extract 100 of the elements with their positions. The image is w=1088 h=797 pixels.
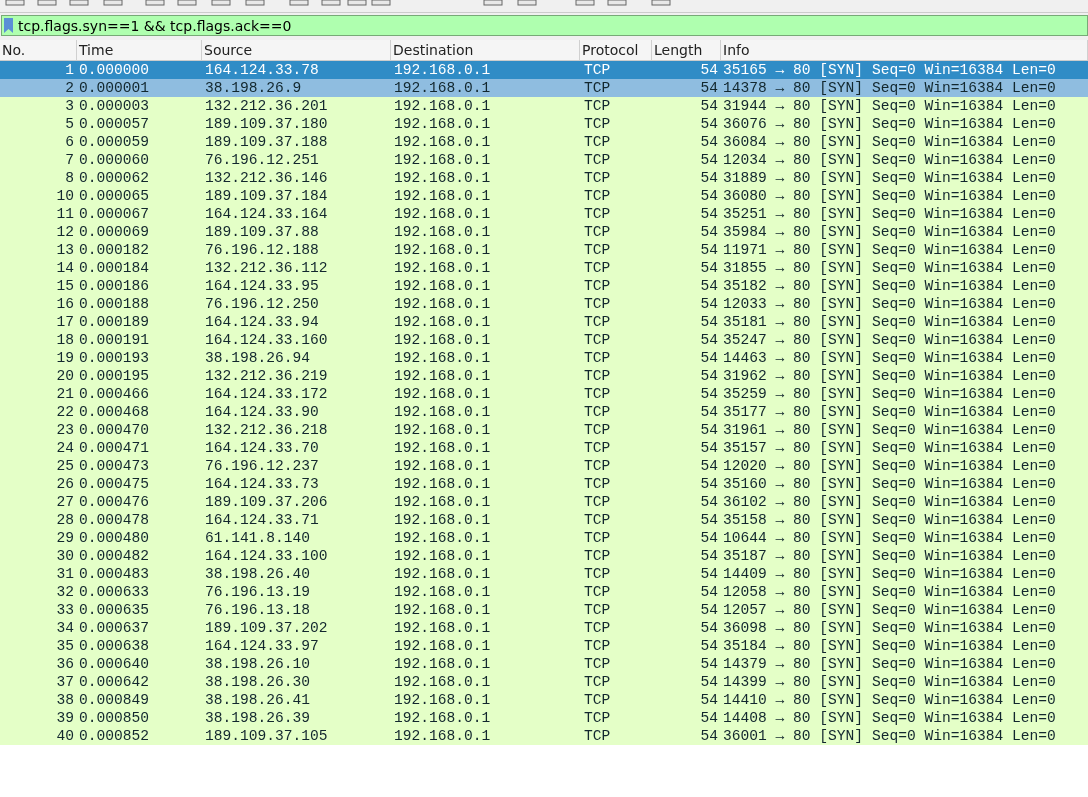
toolbar-icon[interactable] bbox=[651, 0, 671, 6]
packet-row[interactable]: 36 0.000640 38.198.26.10 192.168.0.1 TCP 54 14379 → 80 [SYN] Seq=0 Win=16384 Len=0 bbox=[0, 655, 1088, 673]
packet-row[interactable]: 40 0.000852 189.109.37.105 192.168.0.1 TCP 54 36001 → 80 [SYN] Seq=0 Win=16384 Len=0 bbox=[0, 727, 1088, 745]
table-cell-text: 0.000003 bbox=[78, 97, 151, 115]
column-header[interactable]: No. bbox=[0, 40, 77, 60]
table-cell-text: 189.109.37.180 bbox=[204, 115, 329, 133]
table-cell-text: 192.168.0.1 bbox=[393, 277, 492, 295]
packet-row[interactable]: 19 0.000193 38.198.26.94 192.168.0.1 TCP 54 14463 → 80 [SYN] Seq=0 Win=16384 Len=0 bbox=[0, 349, 1088, 367]
packet-row[interactable]: 25 0.000473 76.196.12.237 192.168.0.1 TCP 54 12020 → 80 [SYN] Seq=0 Win=16384 Len=0 bbox=[0, 457, 1088, 475]
packet-row[interactable]: 5 0.000057 189.109.37.180 192.168.0.1 TCP 54 36076 → 80 [SYN] Seq=0 Win=16384 Len=0 bbox=[0, 115, 1088, 133]
packet-row[interactable]: 2 0.000001 38.198.26.9 192.168.0.1 TCP 54 14378 → 80 [SYN] Seq=0 Win=16384 Len=0 bbox=[0, 79, 1088, 97]
table-cell-text: 14 bbox=[55, 259, 75, 277]
table-cell-text: TCP bbox=[583, 205, 612, 223]
packet-row[interactable]: 33 0.000635 76.196.13.18 192.168.0.1 TCP 54 12057 → 80 [SYN] Seq=0 Win=16384 Len=0 bbox=[0, 601, 1088, 619]
table-cell-text: 192.168.0.1 bbox=[393, 205, 492, 223]
packet-row[interactable]: 31 0.000483 38.198.26.40 192.168.0.1 TCP 54 14409 → 80 [SYN] Seq=0 Win=16384 Len=0 bbox=[0, 565, 1088, 583]
toolbar-icon[interactable] bbox=[177, 0, 197, 6]
packet-row[interactable]: 37 0.000642 38.198.26.30 192.168.0.1 TCP 54 14399 → 80 [SYN] Seq=0 Win=16384 Len=0 bbox=[0, 673, 1088, 691]
packet-row[interactable]: 3 0.000003 132.212.36.201 192.168.0.1 TCP 54 31944 → 80 [SYN] Seq=0 Win=16384 Len=0 bbox=[0, 97, 1088, 115]
column-header[interactable]: Info bbox=[721, 40, 1088, 60]
table-cell-text: 0.000471 bbox=[78, 439, 151, 457]
packet-row[interactable]: 24 0.000471 164.124.33.70 192.168.0.1 TCP 54 35157 → 80 [SYN] Seq=0 Win=16384 Len=0 bbox=[0, 439, 1088, 457]
table-cell-text: 21 bbox=[55, 385, 75, 403]
table-cell-text: 0.000195 bbox=[78, 367, 151, 385]
toolbar-icon[interactable] bbox=[607, 0, 627, 6]
toolbar-icon[interactable] bbox=[5, 0, 25, 6]
toolbar-icon[interactable] bbox=[211, 0, 231, 6]
packet-row[interactable]: 34 0.000637 189.109.37.202 192.168.0.1 TCP 54 36098 → 80 [SYN] Seq=0 Win=16384 Len=0 bbox=[0, 619, 1088, 637]
packet-row[interactable]: 1 0.000000 164.124.33.78 192.168.0.1 TCP 54 35165 → 80 [SYN] Seq=0 Win=16384 Len=0 bbox=[0, 61, 1088, 79]
table-cell-text: 35984 → 80 [SYN] Seq=0 Win=16384 Len=0 bbox=[722, 223, 1057, 241]
packet-row[interactable]: 23 0.000470 132.212.36.218 192.168.0.1 TCP 54 31961 → 80 [SYN] Seq=0 Win=16384 Len=0 bbox=[0, 421, 1088, 439]
packet-row[interactable]: 17 0.000189 164.124.33.94 192.168.0.1 TCP 54 35181 → 80 [SYN] Seq=0 Win=16384 Len=0 bbox=[0, 313, 1088, 331]
packet-row[interactable]: 29 0.000480 61.141.8.140 192.168.0.1 TCP 54 10644 → 80 [SYN] Seq=0 Win=16384 Len=0 bbox=[0, 529, 1088, 547]
table-cell-text: 0.000059 bbox=[78, 133, 151, 151]
packet-row[interactable]: 10 0.000065 189.109.37.184 192.168.0.1 TCP 54 36080 → 80 [SYN] Seq=0 Win=16384 Len=0 bbox=[0, 187, 1088, 205]
column-header[interactable]: Destination bbox=[391, 40, 580, 60]
table-cell-text: TCP bbox=[583, 637, 612, 655]
toolbar-icon[interactable] bbox=[575, 0, 595, 6]
toolbar-icon[interactable] bbox=[145, 0, 165, 6]
packet-row[interactable]: 27 0.000476 189.109.37.206 192.168.0.1 TCP 54 36102 → 80 [SYN] Seq=0 Win=16384 Len=0 bbox=[0, 493, 1088, 511]
packet-row[interactable]: 16 0.000188 76.196.12.250 192.168.0.1 TCP 54 12033 → 80 [SYN] Seq=0 Win=16384 Len=0 bbox=[0, 295, 1088, 313]
table-cell-text: 76.196.12.188 bbox=[204, 241, 320, 259]
table-cell-text: 0.000483 bbox=[78, 565, 151, 583]
packet-row[interactable]: 8 0.000062 132.212.36.146 192.168.0.1 TCP 54 31889 → 80 [SYN] Seq=0 Win=16384 Len=0 bbox=[0, 169, 1088, 187]
packet-row[interactable]: 38 0.000849 38.198.26.41 192.168.0.1 TCP 54 14410 → 80 [SYN] Seq=0 Win=16384 Len=0 bbox=[0, 691, 1088, 709]
packet-row[interactable]: 11 0.000067 164.124.33.164 192.168.0.1 TCP 54 35251 → 80 [SYN] Seq=0 Win=16384 Len=0 bbox=[0, 205, 1088, 223]
table-cell-text: 192.168.0.1 bbox=[393, 61, 492, 79]
packet-row[interactable]: 22 0.000468 164.124.33.90 192.168.0.1 TCP 54 35177 → 80 [SYN] Seq=0 Win=16384 Len=0 bbox=[0, 403, 1088, 421]
packet-row[interactable]: 21 0.000466 164.124.33.172 192.168.0.1 TCP 54 35259 → 80 [SYN] Seq=0 Win=16384 Len=0 bbox=[0, 385, 1088, 403]
column-header[interactable]: Length bbox=[652, 40, 721, 60]
table-cell-text: 54 bbox=[699, 115, 719, 133]
table-cell-text: 14399 → 80 [SYN] Seq=0 Win=16384 Len=0 bbox=[722, 673, 1057, 691]
packet-row[interactable]: 28 0.000478 164.124.33.71 192.168.0.1 TCP 54 35158 → 80 [SYN] Seq=0 Win=16384 Len=0 bbox=[0, 511, 1088, 529]
table-cell-text: 192.168.0.1 bbox=[393, 637, 492, 655]
toolbar-icon[interactable] bbox=[245, 0, 265, 6]
table-cell-text: 164.124.33.73 bbox=[204, 475, 320, 493]
table-cell-text: 54 bbox=[699, 61, 719, 79]
table-cell-text: 31962 → 80 [SYN] Seq=0 Win=16384 Len=0 bbox=[722, 367, 1057, 385]
toolbar-icon[interactable] bbox=[289, 0, 309, 6]
packet-row[interactable]: 39 0.000850 38.198.26.39 192.168.0.1 TCP 54 14408 → 80 [SYN] Seq=0 Win=16384 Len=0 bbox=[0, 709, 1088, 727]
packet-row[interactable]: 6 0.000059 189.109.37.188 192.168.0.1 TCP 54 36084 → 80 [SYN] Seq=0 Win=16384 Len=0 bbox=[0, 133, 1088, 151]
toolbar-icon[interactable] bbox=[103, 0, 123, 6]
toolbar-icon[interactable] bbox=[69, 0, 89, 6]
table-cell-text: 14463 → 80 [SYN] Seq=0 Win=16384 Len=0 bbox=[722, 349, 1057, 367]
toolbar-icon[interactable] bbox=[321, 0, 341, 6]
column-header[interactable]: Protocol bbox=[580, 40, 652, 60]
packet-row[interactable]: 14 0.000184 132.212.36.112 192.168.0.1 TCP 54 31855 → 80 [SYN] Seq=0 Win=16384 Len=0 bbox=[0, 259, 1088, 277]
packet-row[interactable]: 13 0.000182 76.196.12.188 192.168.0.1 TCP 54 11971 → 80 [SYN] Seq=0 Win=16384 Len=0 bbox=[0, 241, 1088, 259]
packet-row[interactable]: 18 0.000191 164.124.33.160 192.168.0.1 TCP 54 35247 → 80 [SYN] Seq=0 Win=16384 Len=0 bbox=[0, 331, 1088, 349]
table-cell-text: 54 bbox=[699, 709, 719, 727]
toolbar-icon[interactable] bbox=[37, 0, 57, 6]
column-header[interactable]: Source bbox=[202, 40, 391, 60]
column-header[interactable]: Time bbox=[77, 40, 202, 60]
packet-row[interactable]: 7 0.000060 76.196.12.251 192.168.0.1 TCP 54 12034 → 80 [SYN] Seq=0 Win=16384 Len=0 bbox=[0, 151, 1088, 169]
table-cell-text: 0.000067 bbox=[78, 205, 151, 223]
table-cell-text: TCP bbox=[583, 241, 612, 259]
toolbar-icon[interactable] bbox=[347, 0, 367, 6]
packet-row[interactable]: 32 0.000633 76.196.13.19 192.168.0.1 TCP 54 12058 → 80 [SYN] Seq=0 Win=16384 Len=0 bbox=[0, 583, 1088, 601]
table-cell-text: 40 bbox=[55, 727, 75, 745]
toolbar-icon[interactable] bbox=[517, 0, 537, 6]
toolbar-icon[interactable] bbox=[371, 0, 391, 6]
table-cell-text: 14410 → 80 [SYN] Seq=0 Win=16384 Len=0 bbox=[722, 691, 1057, 709]
table-cell-text: 12057 → 80 [SYN] Seq=0 Win=16384 Len=0 bbox=[722, 601, 1057, 619]
table-cell-text: 31855 → 80 [SYN] Seq=0 Win=16384 Len=0 bbox=[722, 259, 1057, 277]
toolbar-icon[interactable] bbox=[483, 0, 503, 6]
packet-row[interactable]: 35 0.000638 164.124.33.97 192.168.0.1 TCP 54 35184 → 80 [SYN] Seq=0 Win=16384 Len=0 bbox=[0, 637, 1088, 655]
packet-row[interactable]: 20 0.000195 132.212.36.219 192.168.0.1 TCP 54 31962 → 80 [SYN] Seq=0 Win=16384 Len=0 bbox=[0, 367, 1088, 385]
table-cell-text: 5 bbox=[64, 115, 75, 133]
packet-row[interactable]: 30 0.000482 164.124.33.100 192.168.0.1 TCP 54 35187 → 80 [SYN] Seq=0 Win=16384 Len=0 bbox=[0, 547, 1088, 565]
table-cell-text: 19 bbox=[55, 349, 75, 367]
table-cell-text: 54 bbox=[699, 331, 719, 349]
packet-row[interactable]: 15 0.000186 164.124.33.95 192.168.0.1 TCP 54 35182 → 80 [SYN] Seq=0 Win=16384 Len=0 bbox=[0, 277, 1088, 295]
table-cell-text: 0.000468 bbox=[78, 403, 151, 421]
table-cell-text: 38 bbox=[55, 691, 75, 709]
packet-row[interactable]: 26 0.000475 164.124.33.73 192.168.0.1 TCP 54 35160 → 80 [SYN] Seq=0 Win=16384 Len=0 bbox=[0, 475, 1088, 493]
packet-row[interactable]: 12 0.000069 189.109.37.88 192.168.0.1 TCP 54 35984 → 80 [SYN] Seq=0 Win=16384 Len=0 bbox=[0, 223, 1088, 241]
table-cell-text: 2 bbox=[64, 79, 75, 97]
display-filter-field[interactable]: tcp.flags.syn==1 && tcp.flags.ack==0 bbox=[1, 15, 1088, 36]
table-cell-text: 192.168.0.1 bbox=[393, 187, 492, 205]
bookmark-icon[interactable] bbox=[4, 18, 13, 33]
